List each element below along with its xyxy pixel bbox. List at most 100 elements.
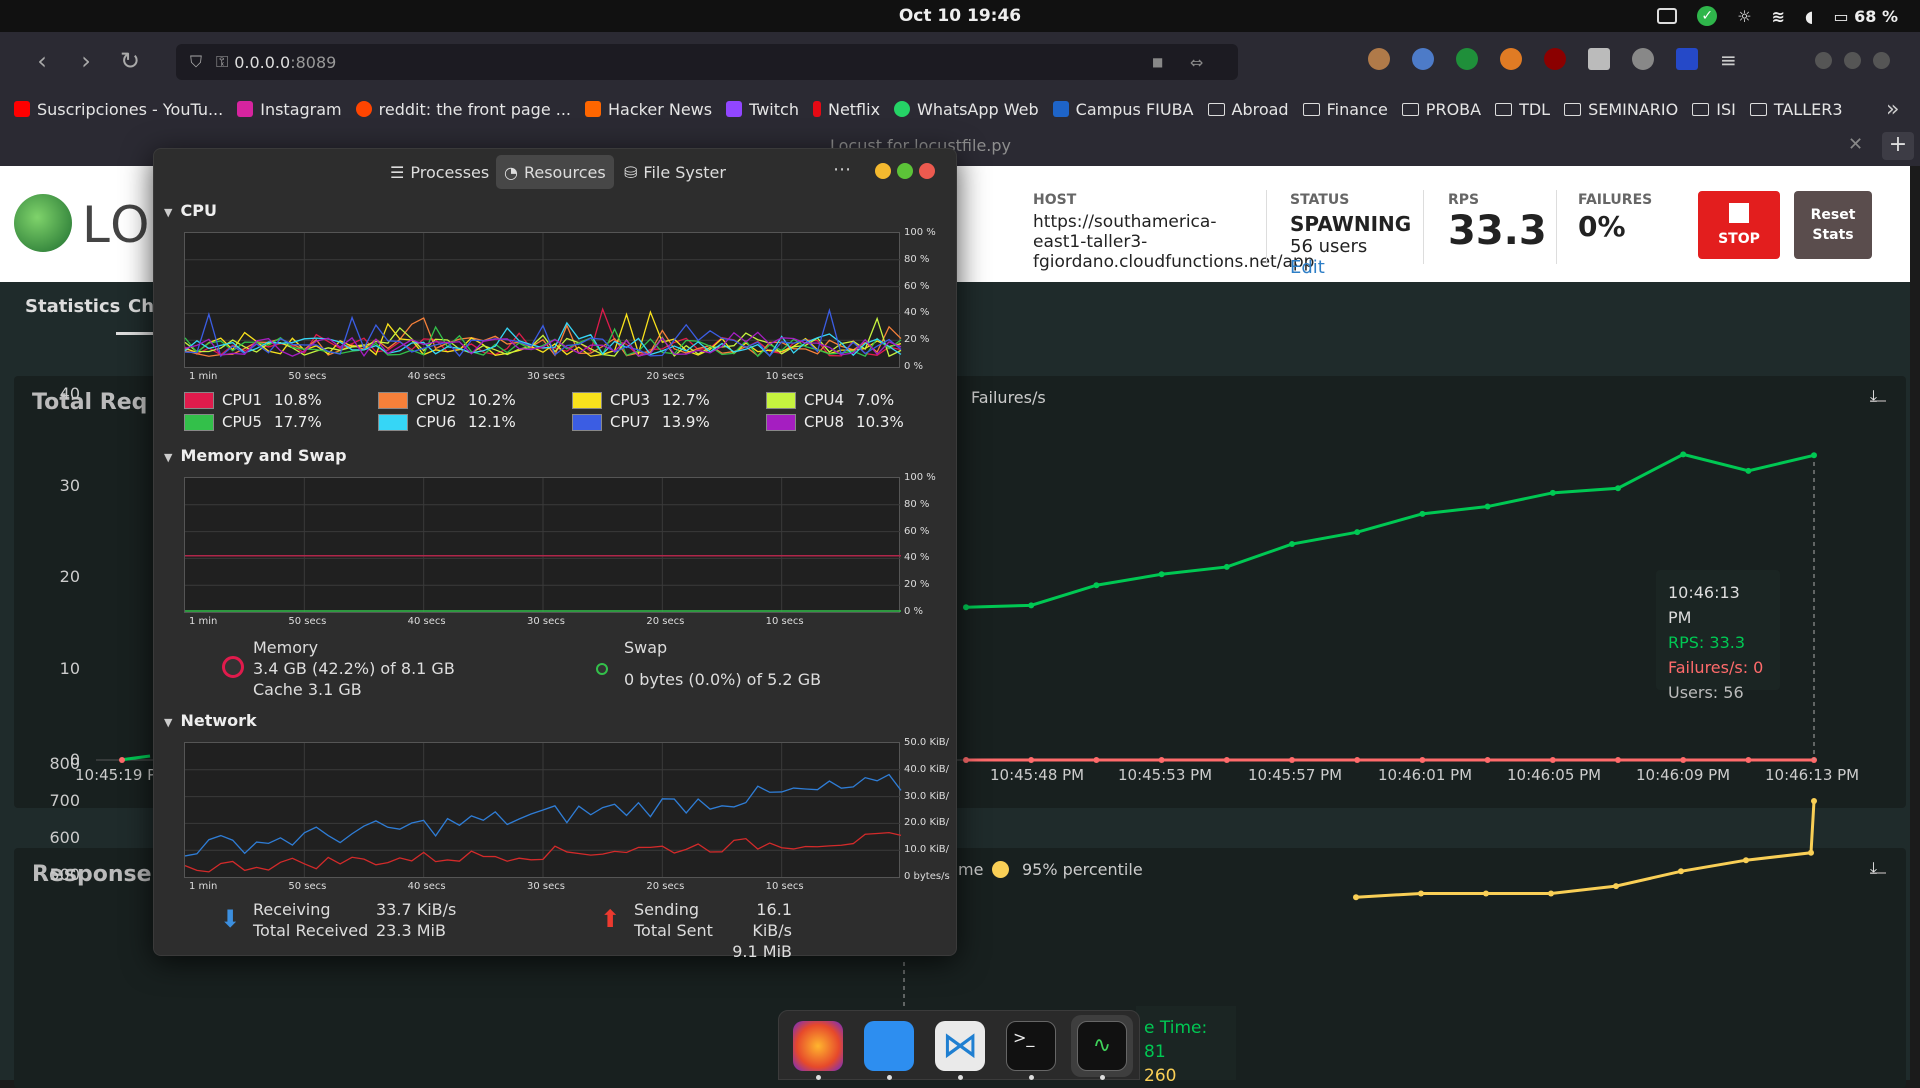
cpu-color-swatch[interactable] <box>766 391 796 409</box>
failures-point <box>1354 757 1361 763</box>
swap-value: 0 bytes (0.0%) of 5.2 GB <box>624 670 822 689</box>
back-icon[interactable]: ‹ <box>20 47 64 75</box>
cpu-section-header[interactable]: ▼ CPU <box>164 201 217 220</box>
menu-icon[interactable]: ≡ <box>1720 48 1737 72</box>
bookmark-instagram[interactable]: Instagram <box>237 100 342 119</box>
metamask-icon[interactable] <box>1500 48 1522 70</box>
cpu-color-swatch[interactable] <box>766 413 796 431</box>
extension-icon[interactable] <box>1676 48 1698 70</box>
extensions-toolbar: ≡ <box>1368 48 1737 72</box>
tab-file-systems[interactable]: ⛁ File Syster <box>616 155 734 189</box>
youtube-icon <box>14 101 30 117</box>
bookmark-reddit[interactable]: reddit: the front page ... <box>355 100 571 119</box>
bookmark-folder-tdl[interactable]: TDL <box>1495 100 1550 119</box>
bookmark-whatsapp[interactable]: WhatsApp Web <box>894 100 1039 119</box>
y-tick-label: 10.0 KiB/ <box>904 844 950 856</box>
url-bar[interactable]: ⛉ ⚿ 0.0.0.0:8089 ■ ⇔ <box>176 44 1238 80</box>
p95-point <box>1353 894 1359 901</box>
battery-indicator[interactable]: ▭ 68 % <box>1833 7 1898 26</box>
reload-icon[interactable]: ↻ <box>108 47 152 75</box>
bookmark-folder-taller3[interactable]: TALLER3 <box>1749 99 1843 119</box>
cpu-color-swatch[interactable] <box>572 413 602 431</box>
bookmark-folder-finance[interactable]: Finance <box>1302 100 1388 119</box>
receiving-values: 33.7 KiB/s 23.3 MiB <box>376 899 456 941</box>
time-tick-label: 1 min <box>189 616 218 627</box>
tab-resources[interactable]: ◔ Resources <box>496 155 614 189</box>
tooltip-response-time: e Time: 81 <box>1144 1018 1208 1062</box>
minimize-icon[interactable] <box>875 163 891 179</box>
extension-icon[interactable] <box>1632 48 1654 70</box>
cpu-legend-item[interactable]: CPU3 12.7% <box>572 391 710 409</box>
cpu-legend-item[interactable]: CPU2 10.2% <box>378 391 516 409</box>
cpu-legend-item[interactable]: CPU7 13.9% <box>572 413 710 431</box>
maximize-icon[interactable] <box>1844 52 1861 69</box>
bookmark-hacker-news[interactable]: Hacker News <box>585 100 712 119</box>
cpu-legend-item[interactable]: CPU8 10.3% <box>766 413 904 431</box>
time-tick-label: 20 secs <box>646 371 685 382</box>
bookmark-folder-isi[interactable]: ISI <box>1692 100 1736 119</box>
wifi-icon[interactable]: ≋ <box>1772 7 1785 26</box>
page-action-icon[interactable]: ⇔ <box>1190 53 1203 72</box>
cpu-legend-item[interactable]: CPU5 17.7% <box>184 413 322 431</box>
check-icon[interactable]: ✓ <box>1697 6 1718 26</box>
brightness-icon[interactable]: ☼ <box>1737 7 1751 26</box>
network-title: Network <box>180 711 257 730</box>
cpu-legend-item[interactable]: CPU6 12.1% <box>378 413 516 431</box>
memory-section-header[interactable]: ▼ Memory and Swap <box>164 446 347 465</box>
rps-point <box>1811 452 1817 459</box>
volume-icon[interactable]: ◖ <box>1805 7 1813 26</box>
minimize-icon[interactable] <box>1815 52 1832 69</box>
network-section-header[interactable]: ▼ Network <box>164 711 257 730</box>
more-options-icon[interactable]: ⋯ <box>833 159 851 180</box>
bookmark-folder-proba[interactable]: PROBA <box>1401 100 1481 119</box>
memory-pie-icon <box>222 656 244 678</box>
extension-icon[interactable] <box>1412 48 1434 70</box>
total-received-label: Total Received <box>253 921 369 940</box>
close-icon[interactable] <box>919 163 935 179</box>
bookmarks-overflow-icon[interactable]: » <box>1886 97 1899 122</box>
bookmark-campus-fiuba[interactable]: Campus FIUBA <box>1052 100 1194 119</box>
bookmark-folder-seminario[interactable]: SEMINARIO <box>1564 100 1678 119</box>
cpu-color-swatch[interactable] <box>572 391 602 409</box>
reader-icon[interactable]: ■ <box>1152 55 1163 69</box>
failures-point <box>1549 757 1556 763</box>
cpu-color-swatch[interactable] <box>378 413 408 431</box>
lock-icon[interactable]: ⚿ <box>216 52 228 72</box>
upload-arrow-icon: ⬆ <box>600 905 621 933</box>
maximize-icon[interactable] <box>897 163 913 179</box>
tab-processes[interactable]: ☰ Processes <box>382 155 497 189</box>
y-tick-label: 40 % <box>904 552 930 564</box>
ublock-icon[interactable] <box>1544 48 1566 70</box>
time-tick-label: 50 secs <box>288 881 327 892</box>
y-tick-label: 700 <box>49 791 80 810</box>
cpu-legend-item[interactable]: CPU1 10.8% <box>184 391 322 409</box>
clock[interactable]: Oct 10 19:46 <box>899 6 1021 26</box>
cpu-color-swatch[interactable] <box>378 391 408 409</box>
bookmark-twitch[interactable]: Twitch <box>726 100 799 119</box>
folder-label: TALLER3 <box>1773 99 1843 119</box>
new-tab-icon[interactable]: + <box>1882 132 1914 160</box>
bookmark-folder-abroad[interactable]: Abroad <box>1207 100 1289 119</box>
vscode-icon[interactable]: ⋈ <box>935 1021 985 1071</box>
firefox-icon[interactable] <box>793 1021 843 1071</box>
close-icon[interactable] <box>1873 52 1890 69</box>
cpu-legend-item[interactable]: CPU4 7.0% <box>766 391 894 409</box>
screen-share-icon[interactable] <box>1657 8 1678 24</box>
cookie-extension-icon[interactable] <box>1368 48 1390 70</box>
failures-point <box>1158 757 1165 763</box>
bookmark-youtube[interactable]: Suscripciones - YouTu... <box>14 100 223 119</box>
extension-icon[interactable] <box>1456 48 1478 70</box>
netflix-icon <box>812 101 821 117</box>
terminal-icon[interactable]: >_ <box>1006 1021 1056 1071</box>
tab-close-icon[interactable]: ✕ <box>1848 134 1863 155</box>
files-icon[interactable] <box>864 1021 914 1071</box>
shield-icon[interactable]: ⛉ <box>190 52 202 72</box>
forward-icon[interactable]: › <box>64 47 108 75</box>
cpu-color-swatch[interactable] <box>184 391 214 409</box>
system-monitor-icon[interactable]: ∿ <box>1077 1021 1127 1071</box>
cpu-label: CPU1 <box>222 391 263 409</box>
extensions-grid-icon[interactable] <box>1588 48 1610 70</box>
x-tick-label: 10:45:48 PM <box>990 766 1085 784</box>
cpu-color-swatch[interactable] <box>184 413 214 431</box>
bookmark-netflix[interactable]: Netflix <box>812 100 880 119</box>
